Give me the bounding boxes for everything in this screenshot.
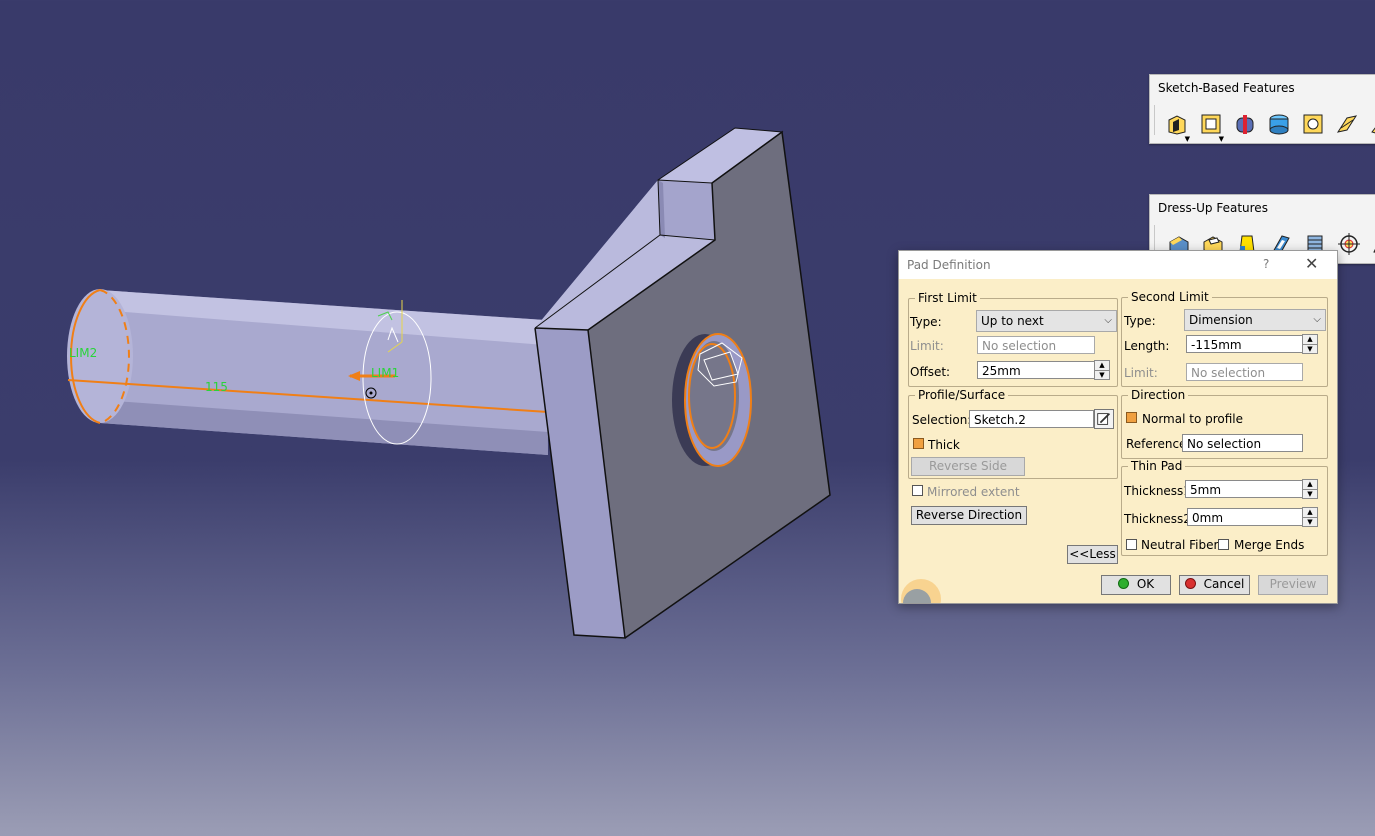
- cancel-label: Cancel: [1203, 577, 1245, 591]
- first-type-value: Up to next: [981, 314, 1044, 328]
- thick-label: Thick: [928, 438, 960, 452]
- first-type-label: Type:: [910, 315, 942, 329]
- thickness1-label: Thickness1: [1124, 484, 1191, 498]
- selection-field[interactable]: Sketch.2: [969, 410, 1094, 428]
- normal-to-profile-label: Normal to profile: [1142, 412, 1243, 426]
- profile-surface-legend: Profile/Surface: [918, 388, 1006, 402]
- cancel-button[interactable]: Cancel: [1179, 575, 1250, 595]
- second-type-label: Type:: [1124, 314, 1156, 328]
- less-button[interactable]: <<Less: [1067, 545, 1118, 564]
- second-type-value: Dimension: [1189, 313, 1253, 327]
- lim2-label: LIM2: [69, 346, 97, 360]
- plate-body[interactable]: [534, 127, 831, 639]
- sketch-based-features-toolbar: Sketch-Based Features ▼ ▼: [1149, 74, 1375, 144]
- offset-spinner[interactable]: ▲ ▼: [1094, 360, 1110, 380]
- close-icon[interactable]: ✕: [1305, 254, 1318, 273]
- hole-icon[interactable]: [1298, 111, 1328, 137]
- dimension-label: 115: [205, 380, 228, 394]
- preview-button[interactable]: Preview: [1258, 575, 1328, 595]
- thread-icon[interactable]: [1334, 231, 1364, 257]
- spin-up-icon[interactable]: ▲: [1303, 335, 1317, 345]
- length-field[interactable]: -115mm: [1186, 335, 1303, 353]
- thickness2-spinner[interactable]: ▲ ▼: [1302, 507, 1318, 527]
- reverse-side-button[interactable]: Reverse Side: [911, 457, 1025, 476]
- spin-up-icon[interactable]: ▲: [1303, 508, 1317, 518]
- remove-face-icon[interactable]: [1368, 231, 1375, 257]
- neutral-fiber-label: Neutral Fiber: [1141, 538, 1219, 552]
- reference-label: Reference:: [1126, 437, 1191, 451]
- second-limit-field[interactable]: No selection: [1186, 363, 1303, 381]
- reference-field[interactable]: No selection: [1182, 434, 1303, 452]
- toolbar-title: Sketch-Based Features: [1158, 81, 1295, 95]
- chevron-down-icon: ⌵: [1104, 315, 1112, 326]
- shaft-icon[interactable]: [1230, 111, 1260, 137]
- spin-down-icon[interactable]: ▼: [1303, 518, 1317, 527]
- neutral-fiber-checkbox[interactable]: [1126, 539, 1137, 550]
- direction-legend: Direction: [1131, 388, 1186, 402]
- thickness1-spinner[interactable]: ▲ ▼: [1302, 479, 1318, 499]
- second-limit-label: Limit:: [1124, 366, 1158, 380]
- merge-ends-checkbox[interactable]: [1218, 539, 1229, 550]
- help-button[interactable]: ?: [1263, 257, 1269, 271]
- first-limit-field[interactable]: No selection: [977, 336, 1095, 354]
- rib-icon[interactable]: [1332, 111, 1362, 137]
- reverse-direction-button[interactable]: Reverse Direction: [911, 506, 1027, 525]
- pad-icon[interactable]: ▼: [1162, 111, 1192, 143]
- pad-definition-dialog: Pad Definition ? ✕ First Limit Type: Up …: [898, 250, 1338, 604]
- spin-up-icon[interactable]: ▲: [1303, 480, 1317, 490]
- first-limit-legend: First Limit: [918, 291, 977, 305]
- offset-field[interactable]: 25mm: [977, 361, 1095, 379]
- mirrored-extent-label: Mirrored extent: [927, 485, 1020, 499]
- ok-label: OK: [1136, 577, 1155, 591]
- thickness2-field[interactable]: 0mm: [1187, 508, 1303, 526]
- length-label: Length:: [1124, 339, 1170, 353]
- ok-icon: [1117, 578, 1129, 589]
- catia-logo-icon: [901, 579, 941, 603]
- pocket-icon[interactable]: ▼: [1196, 111, 1226, 143]
- slot-icon[interactable]: [1366, 111, 1375, 137]
- groove-icon[interactable]: [1264, 111, 1294, 137]
- dialog-title: Pad Definition: [907, 258, 991, 272]
- thick-checkbox[interactable]: [913, 438, 924, 449]
- chevron-down-icon: ⌵: [1313, 314, 1321, 325]
- selection-label: Selection:: [912, 413, 972, 427]
- spin-down-icon[interactable]: ▼: [1303, 345, 1317, 354]
- length-spinner[interactable]: ▲ ▼: [1302, 334, 1318, 354]
- merge-ends-label: Merge Ends: [1234, 538, 1305, 552]
- first-limit-label: Limit:: [910, 339, 944, 353]
- spin-down-icon[interactable]: ▼: [1303, 490, 1317, 499]
- spin-down-icon[interactable]: ▼: [1095, 371, 1109, 380]
- thickness2-label: Thickness2:: [1124, 512, 1195, 526]
- second-limit-legend: Second Limit: [1131, 290, 1209, 304]
- spin-up-icon[interactable]: ▲: [1095, 361, 1109, 371]
- second-type-select[interactable]: Dimension ⌵: [1184, 309, 1326, 331]
- thickness1-field[interactable]: 5mm: [1185, 480, 1303, 498]
- lim1-label: LIM1: [371, 366, 399, 380]
- offset-label: Offset:: [910, 365, 951, 379]
- cancel-icon: [1184, 578, 1196, 589]
- sketch-edit-icon[interactable]: [1094, 409, 1114, 429]
- toolbar-grip[interactable]: [1154, 105, 1157, 135]
- toolbar-title: Dress-Up Features: [1158, 201, 1268, 215]
- shaft-body[interactable]: [67, 289, 549, 455]
- dialog-titlebar[interactable]: Pad Definition ? ✕: [899, 251, 1337, 279]
- thin-pad-legend: Thin Pad: [1131, 459, 1183, 473]
- normal-to-profile-checkbox[interactable]: [1126, 412, 1137, 423]
- ok-button[interactable]: OK: [1101, 575, 1171, 595]
- first-type-select[interactable]: Up to next ⌵: [976, 310, 1117, 332]
- mirrored-extent-checkbox[interactable]: [912, 485, 923, 496]
